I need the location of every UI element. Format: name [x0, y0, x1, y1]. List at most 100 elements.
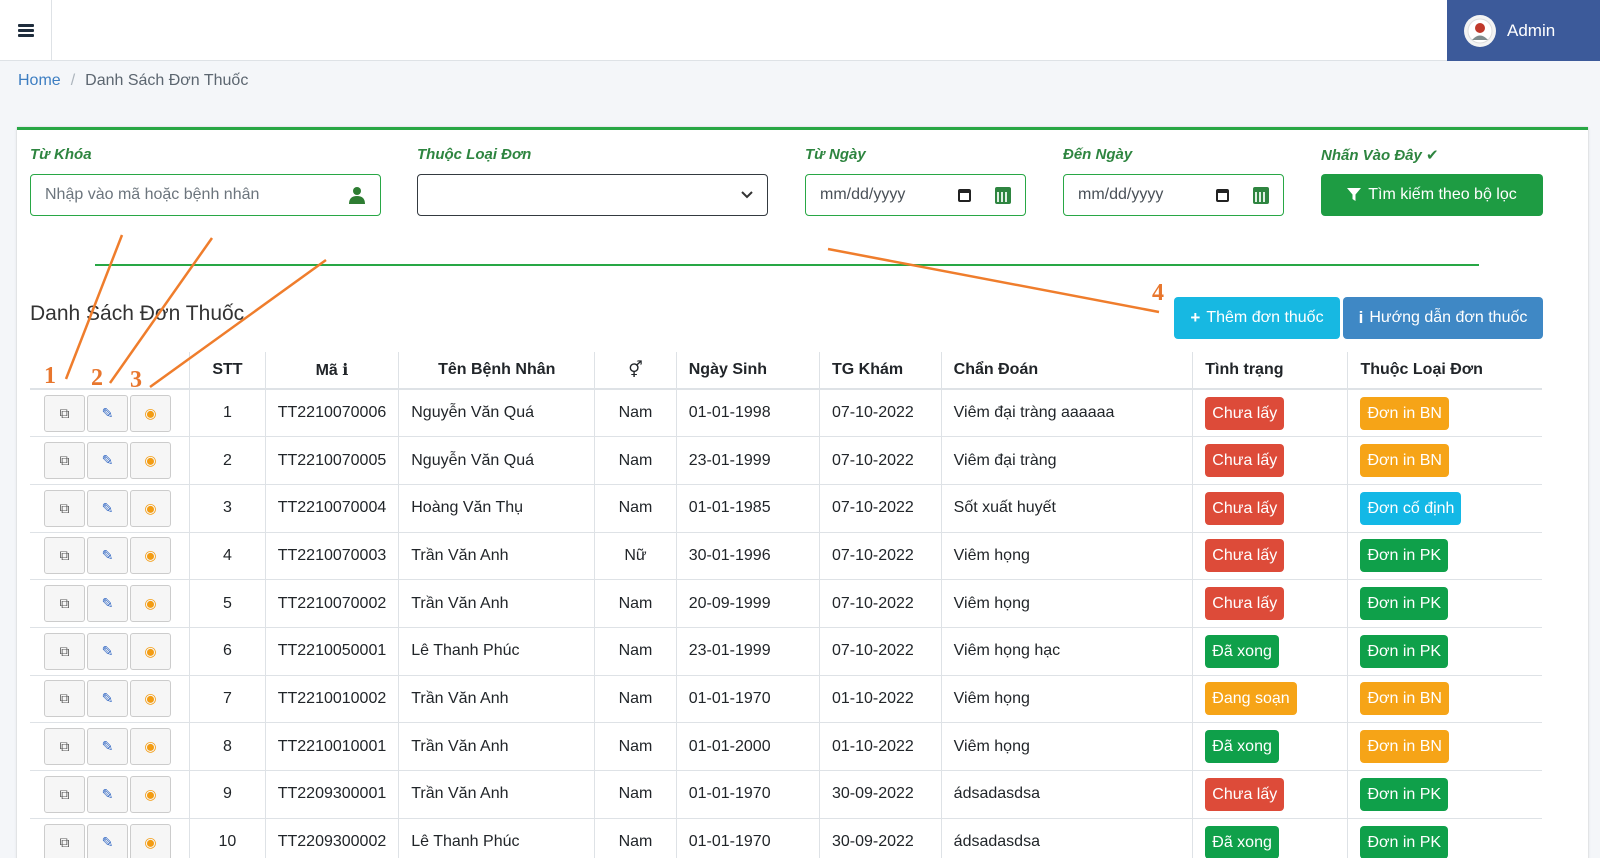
exam-date-cell: 07-10-2022 [818, 627, 942, 676]
edit-button[interactable]: ✎ [87, 585, 128, 623]
guide-button[interactable]: i Hướng dẫn đơn thuốc [1343, 297, 1543, 339]
diagnosis-cell: Viêm họng [940, 532, 1193, 581]
table-row[interactable]: ⧉ ✎ ◉ 1 TT2210070006 Nguyễn Văn Quá Nam 01-01-1… [30, 389, 1542, 438]
copy-button[interactable]: ⧉ [44, 775, 85, 813]
code-cell: TT2210070002 [264, 579, 399, 628]
calendar-picker-icon[interactable] [1216, 188, 1229, 202]
breadcrumb-home-link[interactable]: Home [18, 72, 61, 90]
row-actions: ⧉ ✎ ◉ [30, 675, 190, 724]
status-badge: Đã xong [1205, 730, 1279, 764]
status-cell: Chưa lấy [1192, 484, 1348, 533]
edit-button[interactable]: ✎ [87, 728, 128, 766]
guide-label: Hướng dẫn đơn thuốc [1369, 309, 1528, 326]
user-menu[interactable]: Admin [1447, 0, 1600, 61]
eye-icon: ◉ [144, 452, 157, 469]
table-row[interactable]: ⧉ ✎ ◉ 4 TT2210070003 Trần Văn Anh Nữ 30-01-1996… [30, 532, 1542, 581]
pencil-icon: ✎ [101, 738, 114, 755]
edit-button[interactable]: ✎ [87, 394, 128, 432]
eye-icon: ◉ [144, 547, 157, 564]
copy-button[interactable]: ⧉ [44, 394, 85, 432]
dob-cell: 01-01-2000 [675, 722, 820, 771]
edit-button[interactable]: ✎ [87, 775, 128, 813]
calendar-picker-icon[interactable] [958, 188, 971, 202]
view-button[interactable]: ◉ [130, 728, 171, 766]
diagnosis-cell: Viêm họng [940, 722, 1193, 771]
add-prescription-label: Thêm đơn thuốc [1206, 309, 1324, 326]
row-actions: ⧉ ✎ ◉ [30, 627, 190, 676]
copy-button[interactable]: ⧉ [44, 442, 85, 480]
pencil-icon: ✎ [101, 785, 114, 802]
view-button[interactable]: ◉ [130, 585, 171, 623]
copy-button[interactable]: ⧉ [44, 632, 85, 670]
code-cell: TT2210070005 [264, 436, 399, 485]
view-button[interactable]: ◉ [130, 632, 171, 670]
copy-icon: ⧉ [59, 785, 70, 802]
dob-cell: 01-01-1985 [675, 484, 820, 533]
code-cell: TT2210050001 [264, 627, 399, 676]
table-row[interactable]: ⧉ ✎ ◉ 3 TT2210070004 Hoàng Văn Thụ Nam 01-01-19… [30, 484, 1542, 533]
eye-icon: ◉ [144, 404, 157, 421]
keyword-label: Từ Khóa [30, 146, 92, 163]
copy-button[interactable]: ⧉ [44, 680, 85, 718]
dob-cell: 01-01-1998 [675, 389, 820, 438]
dob-cell: 23-01-1999 [675, 627, 820, 676]
type-select[interactable] [417, 174, 768, 216]
filter-search-button[interactable]: Tìm kiếm theo bộ lọc [1321, 174, 1543, 216]
copy-button[interactable]: ⧉ [44, 728, 85, 766]
pencil-icon: ✎ [101, 642, 114, 659]
copy-icon: ⧉ [59, 690, 70, 707]
view-button[interactable]: ◉ [130, 775, 171, 813]
row-actions: ⧉ ✎ ◉ [30, 389, 190, 438]
status-cell: Đã xong [1192, 818, 1348, 858]
type-badge: Đơn in BN [1360, 682, 1449, 716]
gender-cell: Nam [594, 579, 677, 628]
table-row[interactable]: ⧉ ✎ ◉ 8 TT2210010001 Trần Văn Anh Nam 01-01-200… [30, 722, 1542, 771]
avatar-icon [1467, 18, 1493, 43]
edit-button[interactable]: ✎ [87, 632, 128, 670]
view-button[interactable]: ◉ [130, 537, 171, 575]
info-icon: i [1358, 308, 1364, 327]
pencil-icon: ✎ [101, 547, 114, 564]
gender-cell: Nam [594, 675, 677, 724]
copy-button[interactable]: ⧉ [44, 489, 85, 527]
copy-button[interactable]: ⧉ [44, 585, 85, 623]
type-badge: Đơn in PK [1360, 539, 1449, 573]
filter-search-label: Tìm kiếm theo bộ lọc [1368, 186, 1517, 203]
from-date-input[interactable]: mm/dd/yyyy [805, 174, 1026, 216]
table-row[interactable]: ⧉ ✎ ◉ 7 TT2210010002 Trần Văn Anh Nam 01-01-197… [30, 675, 1542, 724]
view-button[interactable]: ◉ [130, 680, 171, 718]
menu-toggle-button[interactable] [0, 0, 52, 61]
chevron-down-icon [741, 191, 753, 199]
status-badge: Đã xong [1205, 634, 1279, 668]
row-actions: ⧉ ✎ ◉ [30, 818, 190, 858]
copy-button[interactable]: ⧉ [44, 537, 85, 575]
copy-button[interactable]: ⧉ [44, 823, 85, 858]
edit-button[interactable]: ✎ [87, 442, 128, 480]
view-button[interactable]: ◉ [130, 442, 171, 480]
pencil-icon: ✎ [101, 690, 114, 707]
view-button[interactable]: ◉ [130, 394, 171, 432]
to-date-input[interactable]: mm/dd/yyyy [1063, 174, 1284, 216]
exam-date-cell: 01-10-2022 [818, 675, 942, 724]
add-prescription-button[interactable]: + Thêm đơn thuốc [1174, 297, 1340, 339]
type-cell: Đơn cố định [1347, 484, 1542, 533]
table-row[interactable]: ⧉ ✎ ◉ 10 TT2209300002 Lê Thanh Phúc Nam 01-01-1… [30, 818, 1542, 858]
type-cell: Đơn in PK [1347, 579, 1542, 628]
edit-button[interactable]: ✎ [87, 823, 128, 858]
table-row[interactable]: ⧉ ✎ ◉ 5 TT2210070002 Trần Văn Anh Nam 20-09-199… [30, 579, 1542, 628]
keyword-input[interactable]: Nhập vào mã hoặc bệnh nhân [30, 174, 381, 216]
table-row[interactable]: ⧉ ✎ ◉ 2 TT2210070005 Nguyễn Văn Quá Nam 23-01-1… [30, 436, 1542, 485]
view-button[interactable]: ◉ [130, 489, 171, 527]
type-cell: Đơn in PK [1347, 770, 1542, 819]
view-button[interactable]: ◉ [130, 823, 171, 858]
stt-cell: 3 [189, 484, 266, 533]
exam-date-cell: 07-10-2022 [818, 389, 942, 438]
table-row[interactable]: ⧉ ✎ ◉ 9 TT2209300001 Trần Văn Anh Nam 01-01-197… [30, 770, 1542, 819]
edit-button[interactable]: ✎ [87, 537, 128, 575]
row-actions: ⧉ ✎ ◉ [30, 484, 190, 533]
info-icon[interactable]: ℹ [342, 362, 348, 379]
edit-button[interactable]: ✎ [87, 489, 128, 527]
table-row[interactable]: ⧉ ✎ ◉ 6 TT2210050001 Lê Thanh Phúc Nam 23-01-19… [30, 627, 1542, 676]
diagnosis-header: Chẩn Đoán [940, 352, 1193, 390]
edit-button[interactable]: ✎ [87, 680, 128, 718]
